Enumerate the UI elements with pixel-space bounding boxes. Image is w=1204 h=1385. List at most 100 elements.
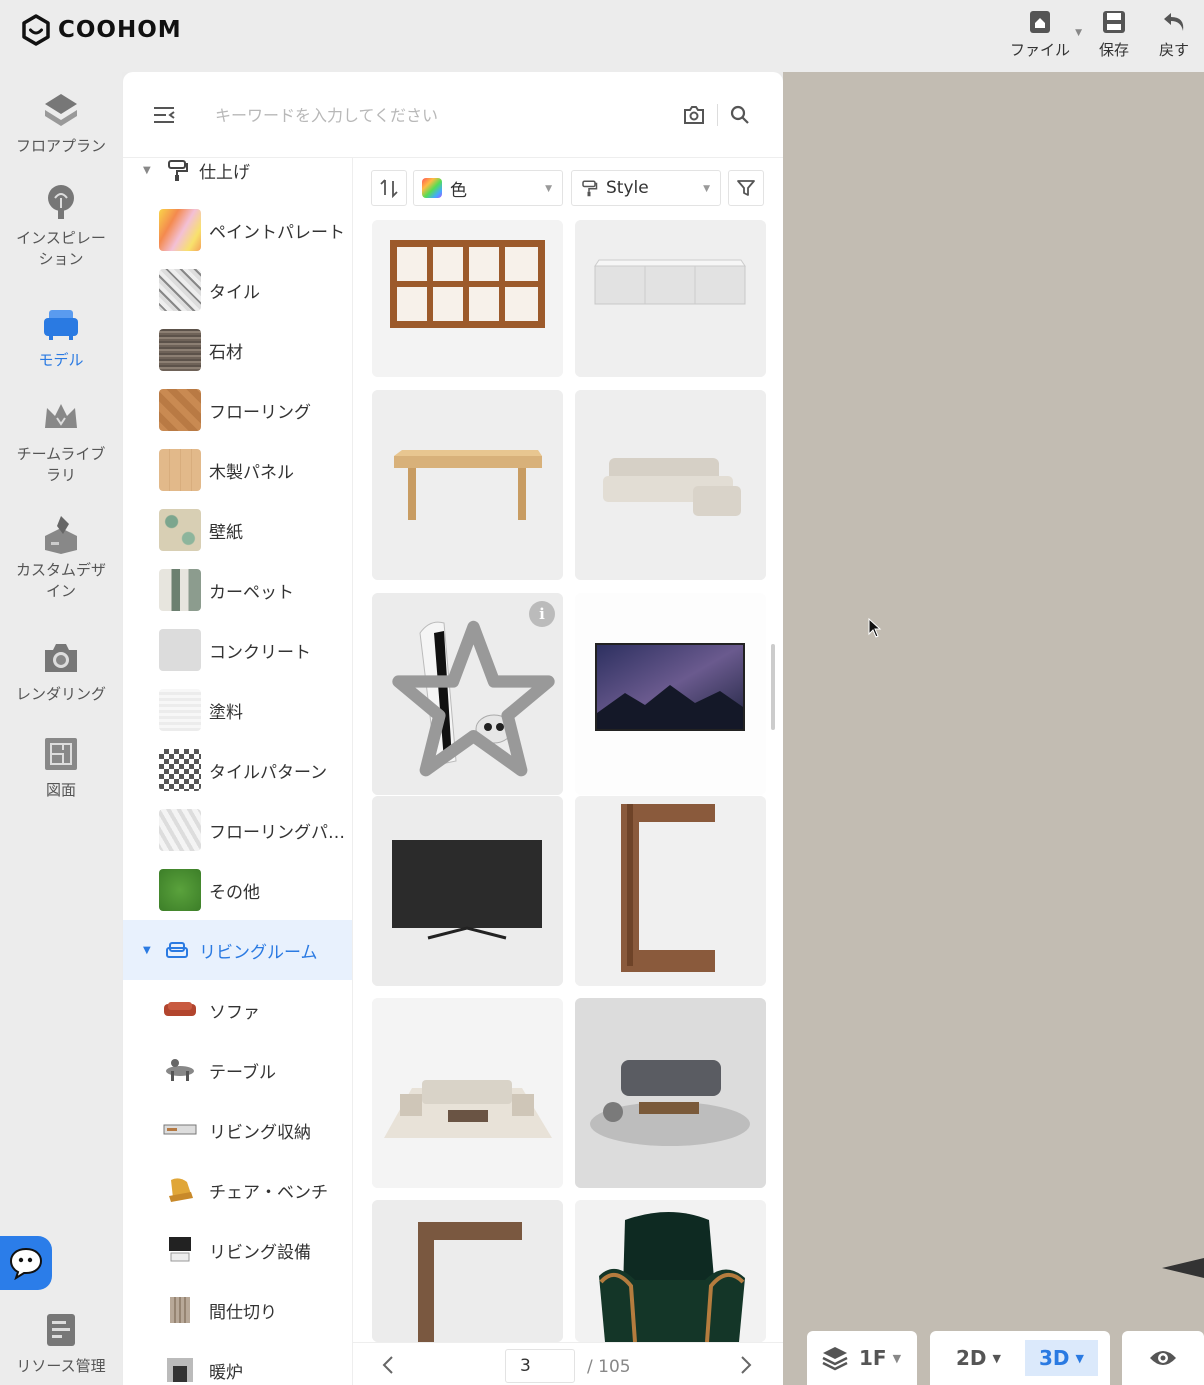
previous-page-icon[interactable] bbox=[377, 1353, 401, 1377]
undo-label: 戻す bbox=[1158, 40, 1189, 59]
info-icon[interactable]: i bbox=[529, 601, 555, 627]
favorite-star-icon[interactable] bbox=[378, 601, 563, 795]
crown-icon bbox=[45, 404, 77, 428]
color-swatch-icon bbox=[422, 178, 442, 198]
product-card-living-set-light[interactable] bbox=[372, 998, 563, 1188]
tree-item-flooring[interactable]: フローリング bbox=[123, 380, 352, 440]
product-card-wooden-table[interactable] bbox=[372, 390, 563, 580]
tree-item-label: フローリング bbox=[209, 402, 311, 423]
tree-item-label: テーブル bbox=[209, 1062, 276, 1083]
undo-button[interactable]: 戻す bbox=[1144, 6, 1204, 62]
floor-selector[interactable]: 1F ▼ bbox=[807, 1331, 917, 1385]
product-card-glass-stand[interactable] bbox=[575, 220, 766, 377]
collapse-menu-icon[interactable] bbox=[151, 102, 177, 128]
brand-logo[interactable]: COOHOM bbox=[20, 14, 182, 46]
color-dropdown[interactable]: 色 ▼ bbox=[413, 170, 563, 206]
tree-item-tile-pattern[interactable]: タイルパターン bbox=[123, 740, 352, 800]
tree-item-chair-bench[interactable]: チェア・ベンチ bbox=[123, 1160, 352, 1220]
tree-item-carpet[interactable]: カーペット bbox=[123, 560, 352, 620]
chevron-down-icon: ▼ bbox=[1075, 1351, 1084, 1365]
tree-item-living-storage[interactable]: リビング収納 bbox=[123, 1100, 352, 1160]
tree-item-table[interactable]: テーブル bbox=[123, 1040, 352, 1100]
product-card-armchair[interactable] bbox=[575, 1200, 766, 1342]
filter-funnel-icon bbox=[737, 180, 755, 196]
inspiration-icon bbox=[48, 185, 74, 219]
tree-item-concrete[interactable]: コンクリート bbox=[123, 620, 352, 680]
file-label: ファイル bbox=[1009, 40, 1070, 59]
save-button[interactable]: 保存 bbox=[1084, 6, 1144, 62]
floor-label: 1F bbox=[859, 1346, 887, 1370]
sort-arrows-icon bbox=[380, 179, 398, 198]
partition-icon bbox=[159, 1289, 201, 1331]
tree-item-partition[interactable]: 間仕切り bbox=[123, 1280, 352, 1340]
view-2d-button[interactable]: 2D ▼ bbox=[942, 1340, 1015, 1376]
search-bar bbox=[123, 72, 783, 158]
coohom-logo-icon bbox=[22, 14, 50, 46]
nav-drawing[interactable]: 図面 bbox=[0, 734, 122, 801]
nav-custom-design[interactable]: カスタムデザイン bbox=[0, 514, 122, 602]
category-living-room[interactable]: ▼ リビングルーム bbox=[123, 920, 352, 980]
stone-thumbnail bbox=[159, 329, 201, 371]
nav-label: リソース管理 bbox=[16, 1357, 106, 1375]
tv-cabinet-icon bbox=[159, 1109, 201, 1151]
search-icon[interactable] bbox=[729, 104, 751, 126]
product-card-wall-tv[interactable] bbox=[575, 593, 766, 795]
tree-item-paint[interactable]: 塗料 bbox=[123, 680, 352, 740]
tree-item-label: 木製パネル bbox=[209, 462, 294, 483]
view-3d-button[interactable]: 3D ▼ bbox=[1025, 1340, 1098, 1376]
tree-item-paint-palette[interactable]: ペイントパレート bbox=[123, 200, 352, 260]
nav-label: フロアプラン bbox=[15, 137, 106, 155]
tree-item-label: 壁紙 bbox=[209, 522, 243, 543]
next-page-icon[interactable] bbox=[733, 1353, 757, 1377]
style-dropdown[interactable]: Style ▼ bbox=[571, 170, 721, 206]
product-card-bookshelf[interactable] bbox=[372, 220, 563, 377]
tree-item-label: 塗料 bbox=[209, 702, 243, 723]
visibility-toggle[interactable] bbox=[1122, 1331, 1204, 1385]
bookshelf-image bbox=[372, 220, 563, 377]
tree-item-tile[interactable]: タイル bbox=[123, 260, 352, 320]
product-card-tv-monitor[interactable] bbox=[372, 796, 563, 986]
tree-item-wood-panel[interactable]: 木製パネル bbox=[123, 440, 352, 500]
nav-team-library[interactable]: チームライブラリ bbox=[0, 398, 122, 486]
tile-thumbnail bbox=[159, 269, 201, 311]
drawing-icon bbox=[45, 738, 77, 770]
product-card-sectional-sofa[interactable] bbox=[575, 390, 766, 580]
nav-model[interactable]: モデル bbox=[0, 304, 122, 371]
tree-item-sofa[interactable]: ソファ bbox=[123, 980, 352, 1040]
grid-scrollbar[interactable] bbox=[771, 644, 775, 730]
tree-item-label: タイル bbox=[209, 282, 260, 303]
table-icon bbox=[159, 1049, 201, 1091]
product-card-c-side-table[interactable] bbox=[575, 796, 766, 986]
tile-pattern-thumbnail bbox=[159, 749, 201, 791]
tree-item-fireplace[interactable]: 暖炉 bbox=[123, 1340, 352, 1385]
image-search-camera-icon[interactable] bbox=[683, 104, 705, 126]
tree-item-label: リビング設備 bbox=[209, 1242, 311, 1263]
category-finish[interactable]: ▼ 仕上げ bbox=[123, 158, 352, 200]
tree-item-wallpaper[interactable]: 壁紙 bbox=[123, 500, 352, 560]
sort-button[interactable] bbox=[371, 170, 407, 206]
wallpaper-thumbnail bbox=[159, 509, 201, 551]
wood-panel-thumbnail bbox=[159, 449, 201, 491]
chevron-down-icon: ▼ bbox=[892, 1351, 902, 1365]
chat-support-button[interactable] bbox=[0, 1236, 52, 1290]
product-card-living-set-dark[interactable] bbox=[575, 998, 766, 1188]
nav-rendering[interactable]: レンダリング bbox=[0, 638, 122, 705]
nav-resource-management[interactable]: リソース管理 bbox=[0, 1310, 122, 1377]
tv-monitor-image bbox=[372, 796, 563, 986]
design-viewport[interactable] bbox=[783, 72, 1204, 1385]
product-card-c-side-table-2[interactable] bbox=[372, 1200, 563, 1342]
tree-item-stone[interactable]: 石材 bbox=[123, 320, 352, 380]
nav-inspiration[interactable]: インスピレーション bbox=[0, 182, 122, 270]
tree-item-label: 暖炉 bbox=[209, 1362, 243, 1383]
nav-floorplan[interactable]: フロアプラン bbox=[0, 90, 122, 157]
filter-button[interactable] bbox=[728, 170, 764, 206]
nav-label: カスタムデザイン bbox=[15, 561, 106, 600]
tree-item-other[interactable]: その他 bbox=[123, 860, 352, 920]
tree-item-living-equipment[interactable]: リビング設備 bbox=[123, 1220, 352, 1280]
pagination: / 105 bbox=[353, 1342, 783, 1385]
product-card-game-console[interactable]: i bbox=[372, 593, 563, 795]
search-input[interactable] bbox=[215, 100, 655, 130]
page-number-input[interactable] bbox=[505, 1349, 575, 1383]
tree-item-flooring-pattern[interactable]: フローリングパ… bbox=[123, 800, 352, 860]
file-menu-button[interactable]: ファイル ▼ bbox=[996, 6, 1084, 62]
